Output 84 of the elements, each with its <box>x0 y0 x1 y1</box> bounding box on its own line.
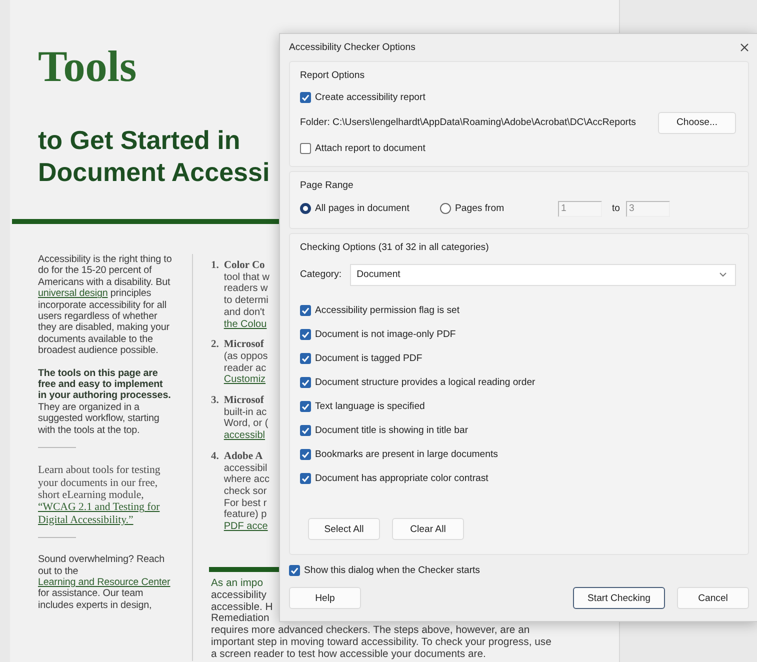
radio-option[interactable]: All pages in document <box>300 203 440 214</box>
checkbox[interactable] <box>300 472 311 484</box>
dialog-button[interactable]: Start Checking <box>573 587 665 609</box>
dialog-title: Accessibility Checker Options <box>289 42 416 53</box>
checkbox[interactable] <box>300 424 311 436</box>
list-item-line: accessibil <box>224 462 268 474</box>
list-number: 3. <box>211 395 219 408</box>
checkbox-option[interactable]: Text language is specified <box>300 394 425 418</box>
category-dropdown[interactable]: Document <box>350 264 736 286</box>
paragraph-line: accessibility <box>211 590 266 602</box>
checkbox[interactable] <box>300 352 311 364</box>
list-number: 4. <box>211 450 219 464</box>
checkbox-option[interactable]: Bookmarks are present in large documents <box>300 442 498 466</box>
paragraph-line: Remediation <box>211 613 270 626</box>
list-item-title: Microsof <box>224 395 264 407</box>
list-item-line: to determi <box>224 295 268 307</box>
to-label: to <box>612 203 620 214</box>
sidebar-paragraph: Sound overwhelming? Reach out to the Learning and Resource Center for assistance. Our team includes experts in design, <box>38 554 172 612</box>
sidebar-paragraph: Learn about tools for testing your documents in our free, short eLearning module, “WCAG 2.1 and Testing for Digital Accessibility.” <box>38 464 172 526</box>
list-item-line: readers w <box>224 283 268 296</box>
checkbox[interactable] <box>289 564 300 576</box>
checkbox[interactable] <box>300 376 311 388</box>
sidebar-paragraph: The tools on this page are free and easy to implement in your authoring processes. They are organized in a suggested workflow, starting with the tools at the top. <box>38 368 172 436</box>
dialog-button[interactable]: Select All <box>308 518 380 540</box>
group-label: Page Range <box>300 179 354 193</box>
radio-button[interactable] <box>300 203 311 214</box>
checkbox[interactable] <box>300 304 311 316</box>
dialog-button[interactable]: Cancel <box>677 587 749 609</box>
checkbox-option[interactable]: Accessibility permission flag is set <box>300 298 460 322</box>
group-label: Report Options <box>300 69 366 83</box>
checkbox-option[interactable]: Create accessibility report <box>300 85 426 109</box>
list-item-line: check sor <box>224 486 267 498</box>
list-item-title: Microsof <box>224 339 264 351</box>
checkbox-option[interactable]: Document title is showing in title bar <box>300 418 468 442</box>
radio-option[interactable]: Pages from <box>440 203 558 214</box>
checkbox[interactable] <box>300 400 311 412</box>
radio-button[interactable] <box>440 203 451 214</box>
dialog-button[interactable]: Clear All <box>392 518 464 540</box>
list-item-line: For best r <box>224 498 267 510</box>
list-item-line: reader ac <box>224 362 266 374</box>
category-label: Category: <box>300 269 342 280</box>
dialog-button[interactable]: Help <box>289 587 361 609</box>
list-item-link[interactable]: Customiz <box>224 374 266 386</box>
checkbox-option[interactable]: Document structure provides a logical reading order <box>300 370 536 394</box>
list-item-line: (as oppos <box>224 350 268 363</box>
choose-button[interactable]: Choose... <box>658 112 736 134</box>
page-title: Tools <box>38 42 137 92</box>
close-icon[interactable] <box>740 43 749 52</box>
inline-link[interactable]: universal design <box>38 288 108 300</box>
list-item-line: where acc <box>224 474 270 486</box>
checkbox[interactable] <box>300 92 311 102</box>
page-subtitle: Document Accessi <box>38 156 270 188</box>
checkbox-option[interactable]: Document is not image-only PDF <box>300 322 456 346</box>
paragraph-line: important step in moving toward accessibility. To check your progress, use <box>211 637 552 650</box>
folder-path: Folder: C:\Users\lengelhardt\AppData\Roaming\Adobe\Acrobat\DC\AccReports <box>300 117 637 128</box>
list-item-title: Color Co <box>224 260 265 272</box>
sidebar-paragraph: Accessibility is the right thing to do for the 15-20 percent of Americans with a disability. But universal design principles incorporate accessibility for all users regardless of whether they are disabled, making your documents available to the broadest audience possible. <box>38 254 172 357</box>
list-item-title: Adobe A <box>224 450 263 463</box>
checkbox-option[interactable]: Document has appropriate color contrast <box>300 466 488 490</box>
list-number: 1. <box>211 260 219 273</box>
checkbox[interactable] <box>300 328 311 340</box>
paragraph-line: a screen reader to test how accessible your documents are. <box>211 649 486 662</box>
checkbox-option[interactable]: Document is tagged PDF <box>300 346 422 370</box>
list-item-line: built-in ac <box>224 406 267 418</box>
list-number: 2. <box>211 339 219 352</box>
checkbox[interactable] <box>300 142 311 154</box>
list-item-line: feature) p <box>224 509 267 522</box>
inline-link[interactable]: Learning and Resource Center <box>38 576 170 588</box>
list-item-link[interactable]: accessibl <box>224 430 266 442</box>
list-item-link[interactable]: PDF acce <box>224 521 268 533</box>
inline-link[interactable]: “WCAG 2.1 and Testing for Digital Accessibility.” <box>38 501 172 526</box>
checkbox-option[interactable]: Show this dialog when the Checker starts <box>289 559 480 581</box>
chevron-down-icon <box>719 272 727 277</box>
paragraph-line: As an impo <box>211 578 263 590</box>
paragraph-line: accessible. H <box>211 602 273 614</box>
checkbox[interactable] <box>300 448 311 460</box>
list-item-line: and don't <box>224 306 265 319</box>
page-subtitle: to Get Started in <box>38 124 240 156</box>
paragraph-line: requires more advanced checkers. The steps above, however, are an <box>211 625 530 638</box>
group-label: Checking Options (31 of 32 in all categories) <box>300 241 490 255</box>
list-item-line: tool that w <box>224 272 270 284</box>
checkbox-option[interactable]: Attach report to document <box>300 136 426 160</box>
list-item-line: Word, or ( <box>224 418 268 430</box>
list-item-link[interactable]: the Colou <box>224 318 267 330</box>
